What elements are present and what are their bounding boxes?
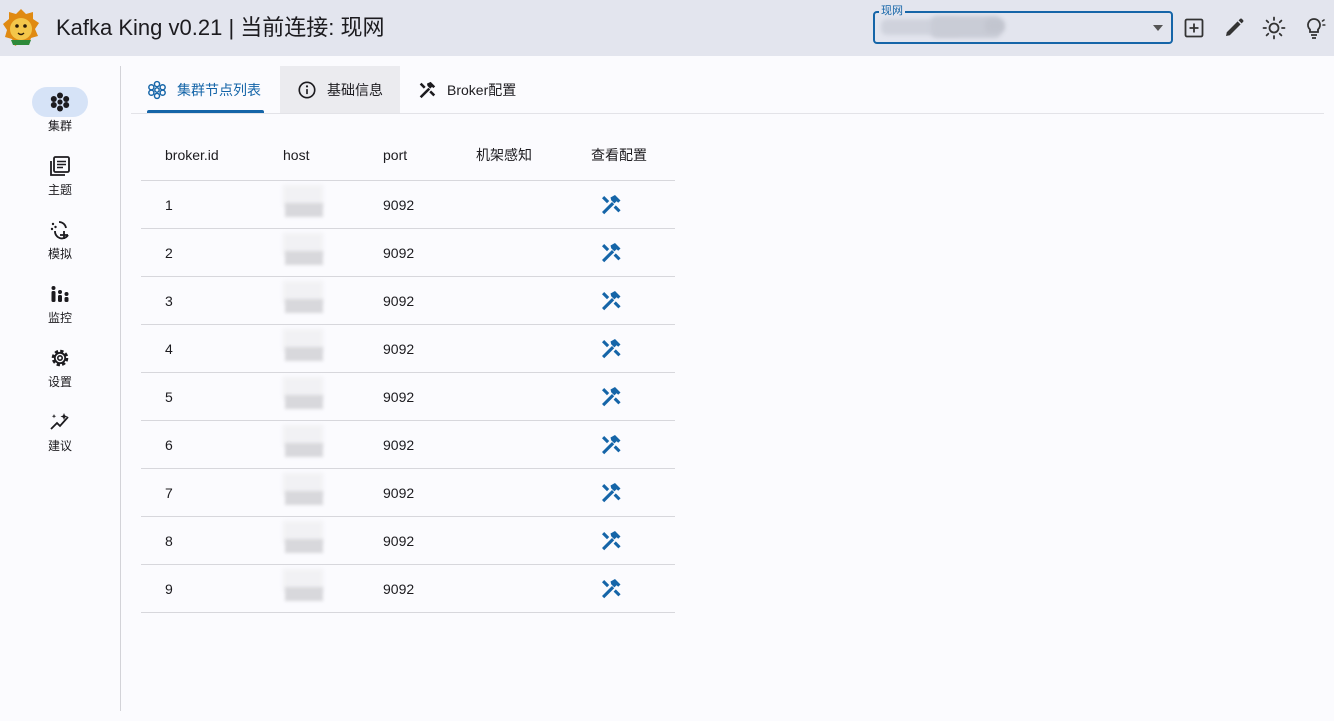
edit-pencil-icon[interactable] (1222, 16, 1246, 40)
redacted-host-blur (275, 325, 327, 373)
connection-select[interactable]: 现网 (873, 5, 1173, 44)
port-cell: 9092 (383, 340, 415, 357)
lion-logo-icon (3, 9, 39, 46)
column-header-port[interactable]: port (383, 129, 407, 180)
title-bar: Kafka King v0.21 | 当前连接: 现网 现网 (0, 0, 1334, 56)
view-config-tools-icon[interactable] (599, 433, 623, 457)
redacted-host-blur (275, 181, 327, 229)
sidebar-item-simulate-pill (32, 215, 88, 245)
table-header-row: broker.id host port 机架感知 查看配置 (141, 129, 675, 181)
broker-id-cell: 1 (165, 196, 173, 213)
table-row: 3 9092 (141, 277, 675, 325)
broker-id-cell: 3 (165, 292, 173, 309)
view-config-tools-icon[interactable] (599, 529, 623, 553)
sidebar-item-label: 设置 (47, 375, 72, 389)
sidebar-item-label: 集群 (47, 119, 72, 133)
table-row: 6 9092 (141, 421, 675, 469)
table-row: 4 9092 (141, 325, 675, 373)
sidebar-item-label: 主题 (47, 183, 72, 197)
tab-label: 集群节点列表 (177, 81, 261, 98)
broker-id-cell: 6 (165, 436, 173, 453)
port-cell: 9092 (383, 196, 415, 213)
sidebar-item-cluster-pill (32, 87, 88, 117)
redacted-host-blur (275, 277, 327, 325)
view-config-tools-icon[interactable] (599, 481, 623, 505)
redacted-host-blur (275, 421, 327, 469)
tab-bar-divider (131, 113, 1324, 114)
lightbulb-icon[interactable] (1302, 16, 1326, 40)
broker-id-cell: 4 (165, 340, 173, 357)
tab-label: 基础信息 (327, 81, 383, 98)
sidebar-item-suggest[interactable]: 建议 (32, 407, 88, 453)
table-row: 1 9092 (141, 181, 675, 229)
table-row: 9 9092 (141, 565, 675, 613)
table-row: 8 9092 (141, 517, 675, 565)
broker-id-cell: 7 (165, 484, 173, 501)
port-cell: 9092 (383, 580, 415, 597)
sidebar-item-label: 监控 (47, 311, 72, 325)
broker-id-cell: 8 (165, 532, 173, 549)
add-square-icon[interactable] (1182, 16, 1206, 40)
port-cell: 9092 (383, 484, 415, 501)
sidebar-item-monitor-pill (32, 279, 88, 309)
table-row: 2 9092 (141, 229, 675, 277)
tab-broker-config[interactable]: Broker配置 (417, 66, 537, 113)
sidebar-divider (120, 66, 121, 711)
column-header-host[interactable]: host (283, 129, 309, 180)
sidebar-item-topics-pill (32, 151, 88, 181)
view-config-tools-icon[interactable] (599, 193, 623, 217)
broker-id-cell: 2 (165, 244, 173, 261)
app-title: Kafka King v0.21 | 当前连接: 现网 (56, 15, 385, 40)
redacted-host-blur (275, 565, 327, 613)
sun-theme-icon[interactable] (1262, 16, 1286, 40)
column-header-broker-id[interactable]: broker.id (165, 129, 219, 180)
monitor-icon (51, 286, 69, 302)
redacted-host-blur (275, 517, 327, 565)
table-row: 7 9092 (141, 469, 675, 517)
sidebar-item-settings[interactable]: 设置 (32, 343, 88, 389)
column-header-view-config[interactable]: 查看配置 (591, 129, 647, 180)
view-config-tools-icon[interactable] (599, 577, 623, 601)
redacted-connection-blur (985, 19, 1005, 33)
port-cell: 9092 (383, 244, 415, 261)
sidebar-item-label: 模拟 (47, 247, 72, 261)
tab-basic-info[interactable]: 基础信息 (280, 66, 400, 113)
view-config-tools-icon[interactable] (599, 337, 623, 361)
redacted-host-blur (275, 373, 327, 421)
simulate-icon (50, 221, 69, 240)
tools-icon (419, 81, 436, 98)
topic-list-icon (50, 156, 70, 176)
sidebar-item-monitor[interactable]: 监控 (32, 279, 88, 325)
sidebar-item-cluster[interactable]: 集群 (32, 87, 88, 133)
chevron-down-icon (1153, 25, 1163, 31)
view-config-tools-icon[interactable] (599, 241, 623, 265)
sidebar-item-simulate[interactable]: 模拟 (32, 215, 88, 261)
port-cell: 9092 (383, 388, 415, 405)
broker-table: broker.id host port 机架感知 查看配置 1 9092 2 9092… (141, 129, 675, 613)
redacted-host-blur (275, 469, 327, 517)
table-row: 5 9092 (141, 373, 675, 421)
cluster-icon (148, 80, 166, 99)
sidebar-item-label: 建议 (47, 439, 72, 453)
sidebar-item-suggest-pill (32, 407, 88, 437)
view-config-tools-icon[interactable] (599, 289, 623, 313)
sidebar-item-topics[interactable]: 主题 (32, 151, 88, 197)
port-cell: 9092 (383, 532, 415, 549)
suggest-sparkle-icon (50, 413, 69, 430)
info-icon (298, 80, 316, 99)
sidebar-item-settings-pill (32, 343, 88, 373)
view-config-tools-icon[interactable] (599, 385, 623, 409)
broker-id-cell: 5 (165, 388, 173, 405)
column-header-rack-awareness[interactable]: 机架感知 (476, 129, 532, 180)
cluster-icon (50, 92, 70, 112)
port-cell: 9092 (383, 436, 415, 453)
settings-gear-icon (51, 349, 69, 367)
tab-cluster-nodes[interactable]: 集群节点列表 (147, 66, 265, 113)
connection-select-label: 现网 (879, 5, 905, 17)
redacted-host-blur (275, 229, 327, 277)
tab-label: Broker配置 (447, 81, 517, 98)
broker-id-cell: 9 (165, 580, 173, 597)
port-cell: 9092 (383, 292, 415, 309)
